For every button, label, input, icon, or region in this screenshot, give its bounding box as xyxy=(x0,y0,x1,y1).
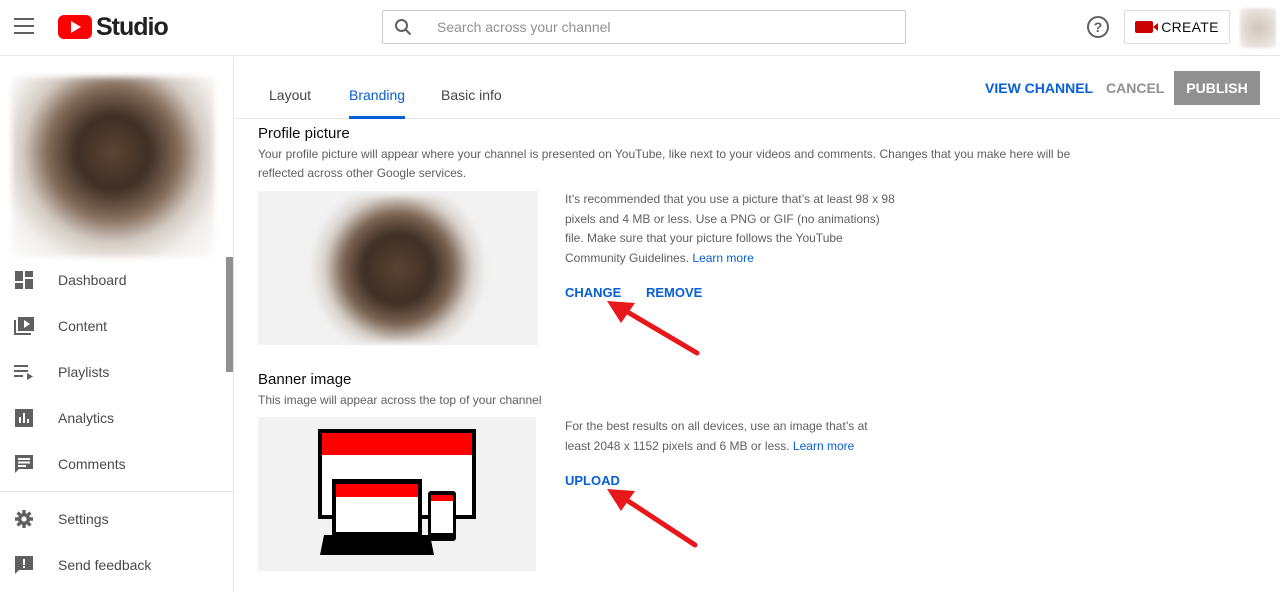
sidebar-item-comments[interactable]: Comments xyxy=(0,441,234,487)
search-input[interactable] xyxy=(423,12,905,42)
create-button[interactable]: CREATE xyxy=(1124,10,1230,44)
profile-picture-description: Your profile picture will appear where y… xyxy=(258,147,1071,180)
sidebar-item-label: Analytics xyxy=(58,410,115,426)
sidebar-item-playlists[interactable]: Playlists xyxy=(0,349,234,395)
sidebar-item-analytics[interactable]: Analytics xyxy=(0,395,234,441)
sidebar-item-send-feedback[interactable]: Send feedback xyxy=(0,542,234,588)
profile-picture-hint: It’s recommended that you use a picture … xyxy=(565,190,895,268)
banner-image-preview xyxy=(258,417,536,571)
banner-image-hint: For the best results on all devices, use… xyxy=(565,417,895,456)
sidebar-item-label: Playlists xyxy=(58,364,110,380)
profile-picture-preview xyxy=(258,191,538,345)
help-icon[interactable]: ? xyxy=(1087,16,1109,38)
top-bar: Studio ? CREATE xyxy=(0,0,1280,56)
tab-branding[interactable]: Branding xyxy=(349,87,406,119)
main-content: Layout Branding Basic info VIEW CHANNEL … xyxy=(235,57,1280,592)
sidebar-item-content[interactable]: Content xyxy=(0,303,234,349)
profile-picture-image xyxy=(310,196,486,342)
sidebar-item-dashboard[interactable]: Dashboard xyxy=(0,257,234,303)
sidebar: Dashboard Content Playlists Analytics Co… xyxy=(0,57,234,592)
sidebar-nav: Dashboard Content Playlists Analytics Co… xyxy=(0,257,234,588)
sidebar-item-label: Dashboard xyxy=(58,272,127,288)
tab-bar: Layout Branding Basic info VIEW CHANNEL … xyxy=(235,57,1280,119)
view-channel-button[interactable]: VIEW CHANNEL xyxy=(985,80,1093,96)
sidebar-item-label: Comments xyxy=(58,456,126,472)
sidebar-divider xyxy=(0,491,234,492)
tab-layout[interactable]: Layout xyxy=(269,87,311,119)
channel-avatar[interactable] xyxy=(12,77,214,257)
video-camera-icon xyxy=(1135,21,1159,33)
feedback-icon xyxy=(14,555,34,575)
banner-image-title: Banner image xyxy=(258,371,352,388)
comments-icon xyxy=(14,454,34,474)
annotation-arrow-change xyxy=(607,301,700,356)
dashboard-icon xyxy=(14,270,34,290)
sidebar-item-label: Content xyxy=(58,318,108,334)
content-icon xyxy=(14,316,34,336)
account-avatar[interactable] xyxy=(1240,8,1276,48)
banner-learn-more-link[interactable]: Learn more xyxy=(793,439,854,453)
profile-learn-more-link[interactable]: Learn more xyxy=(692,251,753,265)
sidebar-item-settings[interactable]: Settings xyxy=(0,496,234,542)
playlists-icon xyxy=(14,362,34,382)
sidebar-item-label: Settings xyxy=(58,511,109,527)
create-label: CREATE xyxy=(1161,19,1219,35)
cancel-button[interactable]: CANCEL xyxy=(1106,80,1164,96)
sidebar-item-label: Send feedback xyxy=(58,557,152,573)
search-icon[interactable] xyxy=(383,10,423,44)
publish-button[interactable]: PUBLISH xyxy=(1174,71,1260,105)
analytics-icon xyxy=(14,408,34,428)
banner-image-description: This image will appear across the top of… xyxy=(258,393,542,407)
annotation-arrow-upload xyxy=(607,489,698,548)
devices-illustration xyxy=(318,429,476,555)
tab-basic-info[interactable]: Basic info xyxy=(441,87,502,119)
gear-icon xyxy=(14,509,34,529)
youtube-logo-icon xyxy=(58,15,92,39)
logo-text: Studio xyxy=(96,12,169,41)
menu-icon[interactable] xyxy=(14,18,34,34)
profile-picture-title: Profile picture xyxy=(258,125,350,142)
search-box[interactable] xyxy=(382,10,906,44)
studio-logo[interactable]: Studio xyxy=(58,12,169,41)
